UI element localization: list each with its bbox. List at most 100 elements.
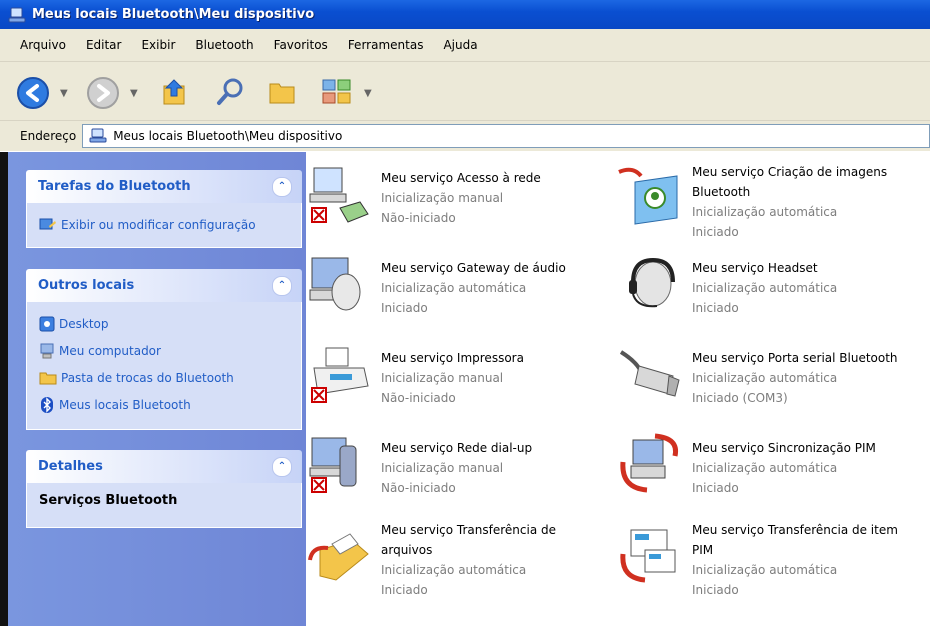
service-status: Iniciado [381, 583, 428, 597]
bluetooth-places-icon [8, 7, 26, 22]
panel-details: Detalhes ⌃ Serviços Bluetooth [26, 450, 302, 528]
service-startup: Inicialização automática [381, 563, 527, 577]
panel-body: Desktop Meu computador Pasta de trocas d… [26, 302, 302, 430]
panel-title: Detalhes [38, 459, 103, 474]
service-name: Meu serviço Headset [692, 261, 818, 275]
folder-icon [39, 372, 57, 384]
title-bar[interactable]: Meus locais Bluetooth\Meu dispositivo [0, 0, 930, 29]
service-startup: Inicialização automática [692, 371, 838, 385]
forward-icon[interactable] [86, 76, 120, 110]
service-item[interactable]: Meu serviço Sincronização PIM Inicializa… [617, 432, 917, 522]
views-icon[interactable] [320, 76, 354, 108]
service-name: Meu serviço Transferência de arquivos [381, 523, 556, 557]
link-my-computer[interactable]: Meu computador [39, 337, 301, 364]
service-startup: Inicialização manual [381, 191, 504, 205]
service-item[interactable]: Meu serviço Gateway de áudio Inicializaç… [306, 252, 606, 342]
collapse-chevron-icon[interactable]: ⌃ [272, 456, 292, 477]
pim-sync-icon [620, 433, 679, 493]
views-dropdown-icon[interactable]: ▼ [364, 88, 372, 99]
serial-port-icon [619, 350, 680, 397]
service-name: Meu serviço Transferência de item PIM [692, 523, 898, 557]
service-status: Iniciado [692, 583, 739, 597]
file-transfer-icon [308, 533, 369, 581]
panel-header[interactable]: Outros locais ⌃ [26, 269, 302, 302]
service-status: Não-iniciado [381, 391, 456, 405]
service-item[interactable]: Meu serviço Rede dial-up Inicialização m… [306, 432, 606, 522]
services-view: Meu serviço Acesso à rede Inicialização … [306, 152, 930, 626]
up-folder-icon[interactable] [158, 76, 190, 108]
service-item[interactable]: Meu serviço Transferência de arquivos In… [306, 520, 606, 610]
link-label: Exibir ou modificar configuração [61, 217, 256, 232]
service-item[interactable]: Meu serviço Criação de imagens Bluetooth… [617, 162, 917, 252]
service-item[interactable]: Meu serviço Acesso à rede Inicialização … [306, 162, 606, 252]
window-title: Meus locais Bluetooth\Meu dispositivo [32, 7, 315, 22]
bluetooth-places-icon [89, 128, 107, 143]
service-name: Meu serviço Porta serial Bluetooth [692, 351, 898, 365]
service-status: Iniciado [381, 301, 428, 315]
settings-icon [39, 218, 56, 229]
menu-editar[interactable]: Editar [76, 38, 132, 52]
computer-icon [40, 343, 54, 358]
link-desktop[interactable]: Desktop [39, 310, 301, 337]
imaging-icon [618, 167, 678, 225]
pim-item-transfer-icon [620, 529, 676, 583]
desktop-icon [39, 316, 55, 331]
panel-other-places: Outros locais ⌃ Desktop Meu computador P… [26, 269, 302, 430]
service-startup: Inicialização automática [692, 281, 838, 295]
audio-gateway-icon [309, 257, 361, 311]
network-access-icon [309, 167, 369, 223]
printer-icon [311, 347, 369, 403]
service-name: Meu serviço Sincronização PIM [692, 441, 876, 455]
service-status: Não-iniciado [381, 481, 456, 495]
task-pane: Tarefas do Bluetooth ⌃ Exibir ou modific… [0, 152, 306, 626]
search-icon[interactable] [214, 76, 246, 108]
service-item[interactable]: Meu serviço Headset Inicialização automá… [617, 252, 917, 342]
service-name: Meu serviço Impressora [381, 351, 524, 365]
service-item[interactable]: Meu serviço Transferência de item PIM In… [617, 520, 917, 610]
details-text: Serviços Bluetooth [39, 493, 178, 508]
menu-exibir[interactable]: Exibir [131, 38, 185, 52]
link-my-bluetooth-places[interactable]: Meus locais Bluetooth [39, 391, 301, 418]
menu-ferramentas[interactable]: Ferramentas [338, 38, 434, 52]
link-view-modify-config[interactable]: Exibir ou modificar configuração [39, 211, 301, 238]
service-startup: Inicialização automática [692, 563, 838, 577]
service-startup: Inicialização manual [381, 371, 504, 385]
service-item[interactable]: Meu serviço Porta serial Bluetooth Inici… [617, 342, 917, 432]
panel-body: Serviços Bluetooth [26, 483, 302, 528]
address-field[interactable]: Meus locais Bluetooth\Meu dispositivo [82, 124, 930, 148]
back-dropdown-icon[interactable]: ▼ [60, 88, 68, 99]
toolbar: ▼ ▼ ▼ [0, 62, 930, 121]
forward-dropdown-icon[interactable]: ▼ [130, 88, 138, 99]
headset-icon [629, 257, 675, 308]
link-label: Desktop [59, 316, 109, 331]
menu-favoritos[interactable]: Favoritos [264, 38, 338, 52]
service-status: Iniciado (COM3) [692, 391, 788, 405]
panel-body: Exibir ou modificar configuração [26, 203, 302, 248]
link-label: Meu computador [59, 343, 161, 358]
service-name: Meu serviço Gateway de áudio [381, 261, 566, 275]
link-bluetooth-exchange-folder[interactable]: Pasta de trocas do Bluetooth [39, 364, 301, 391]
folders-icon[interactable] [266, 76, 298, 108]
collapse-chevron-icon[interactable]: ⌃ [272, 176, 292, 197]
menu-ajuda[interactable]: Ajuda [433, 38, 487, 52]
service-status: Iniciado [692, 225, 739, 239]
service-name: Meu serviço Rede dial-up [381, 441, 533, 455]
panel-bluetooth-tasks: Tarefas do Bluetooth ⌃ Exibir ou modific… [26, 170, 302, 248]
panel-header[interactable]: Tarefas do Bluetooth ⌃ [26, 170, 302, 203]
service-status: Não-iniciado [381, 211, 456, 225]
panel-header[interactable]: Detalhes ⌃ [26, 450, 302, 483]
back-icon[interactable] [16, 76, 50, 110]
dialup-icon [309, 437, 357, 493]
collapse-chevron-icon[interactable]: ⌃ [272, 275, 292, 296]
service-startup: Inicialização manual [381, 461, 504, 475]
panel-title: Tarefas do Bluetooth [38, 179, 191, 194]
menu-arquivo[interactable]: Arquivo [0, 38, 76, 52]
menu-bluetooth[interactable]: Bluetooth [185, 38, 263, 52]
link-label: Meus locais Bluetooth [59, 397, 191, 412]
address-label: Endereço [20, 129, 77, 143]
service-startup: Inicialização automática [692, 205, 838, 219]
service-item[interactable]: Meu serviço Impressora Inicialização man… [306, 342, 606, 432]
address-bar: Endereço Meus locais Bluetooth\Meu dispo… [0, 121, 930, 151]
service-startup: Inicialização automática [381, 281, 527, 295]
link-label: Pasta de trocas do Bluetooth [61, 370, 234, 385]
